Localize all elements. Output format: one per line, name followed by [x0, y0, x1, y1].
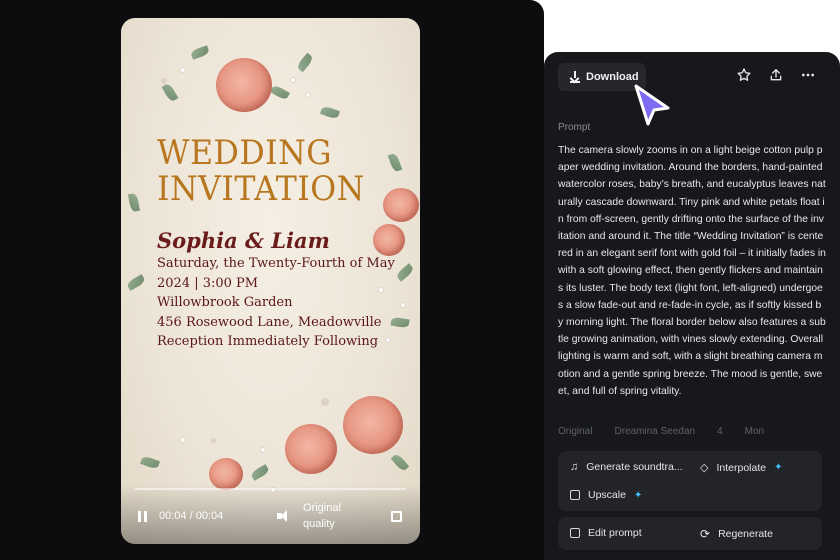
cursor-pointer-icon [634, 84, 670, 126]
enhance-actions-group: ♫ Generate soundtra... ◇ Interpolate ✦ U… [558, 451, 822, 511]
upscale-button[interactable]: Upscale ✦ [570, 489, 642, 501]
rose-decoration [373, 224, 405, 256]
rose-decoration [216, 58, 272, 112]
pause-icon[interactable] [137, 511, 148, 522]
regenerate-button[interactable]: ⟳ Regenerate [700, 527, 773, 541]
paper-texture [211, 438, 216, 443]
leaf-decoration [387, 152, 403, 173]
quality-selector[interactable]: Original quality [303, 500, 363, 532]
playback-time: 00:04 / 00:04 [159, 510, 224, 522]
prompt-label: Prompt [558, 122, 591, 133]
download-icon [570, 71, 580, 83]
edit-prompt-button[interactable]: Edit prompt [570, 527, 642, 539]
preview-panel: WEDDING INVITATION Sophia & Liam Saturda… [0, 0, 544, 560]
music-note-icon: ♫ [570, 461, 579, 473]
invitation-title: WEDDING INVITATION [157, 133, 365, 209]
more-icon[interactable] [799, 67, 817, 85]
video-player[interactable]: WEDDING INVITATION Sophia & Liam Saturda… [121, 18, 420, 544]
babys-breath-decoration [291, 78, 295, 82]
share-icon[interactable] [767, 67, 785, 85]
prompt-text: The camera slowly zooms in on a light be… [558, 145, 826, 397]
edit-actions-group: Edit prompt ⟳ Regenerate [558, 517, 822, 550]
rose-decoration [383, 188, 419, 222]
invitation-details: Saturday, the Twenty-Fourth of May 2024 … [157, 256, 395, 349]
upscale-icon [570, 490, 580, 500]
invitation-names: Sophia & Liam [157, 228, 330, 253]
rose-decoration [285, 424, 337, 474]
leaf-decoration [161, 82, 179, 103]
babys-breath-decoration [306, 93, 310, 97]
paper-texture [321, 398, 329, 406]
fullscreen-icon[interactable] [391, 511, 402, 522]
leaf-decoration [140, 455, 160, 470]
leaf-decoration [125, 274, 147, 291]
edit-icon [570, 528, 580, 538]
rose-decoration [343, 396, 403, 454]
leaf-decoration [269, 84, 291, 101]
generate-soundtrack-button[interactable]: ♫ Generate soundtra... [570, 461, 683, 473]
meta-item: Dreamina Seedan [614, 426, 696, 437]
sparkle-icon: ✦ [633, 489, 643, 501]
babys-breath-decoration [181, 68, 185, 72]
interpolate-button[interactable]: ◇ Interpolate ✦ [700, 461, 783, 475]
interpolate-icon: ◇ [700, 462, 709, 474]
details-panel: Download Prompt The camera slowly zooms … [544, 52, 840, 560]
babys-breath-decoration [181, 438, 185, 442]
leaf-decoration [390, 452, 410, 473]
leaf-decoration [249, 464, 271, 481]
star-icon[interactable] [735, 67, 753, 85]
leaf-decoration [295, 52, 315, 73]
generation-meta: Original Dreamina Seedan 4 Mon [558, 426, 826, 440]
regenerate-icon: ⟳ [700, 527, 711, 541]
meta-item: Original [558, 426, 593, 437]
leaf-decoration [395, 263, 415, 282]
leaf-decoration [190, 45, 210, 60]
babys-breath-decoration [401, 303, 405, 307]
sparkle-icon: ✦ [774, 462, 783, 473]
meta-item: 4 [717, 426, 723, 437]
leaf-decoration [128, 192, 140, 213]
babys-breath-decoration [261, 448, 265, 452]
meta-item: Mon [744, 426, 765, 437]
leaf-decoration [320, 105, 340, 120]
download-label: Download [586, 71, 639, 83]
progress-bar[interactable] [135, 488, 406, 490]
volume-icon[interactable] [277, 510, 289, 522]
